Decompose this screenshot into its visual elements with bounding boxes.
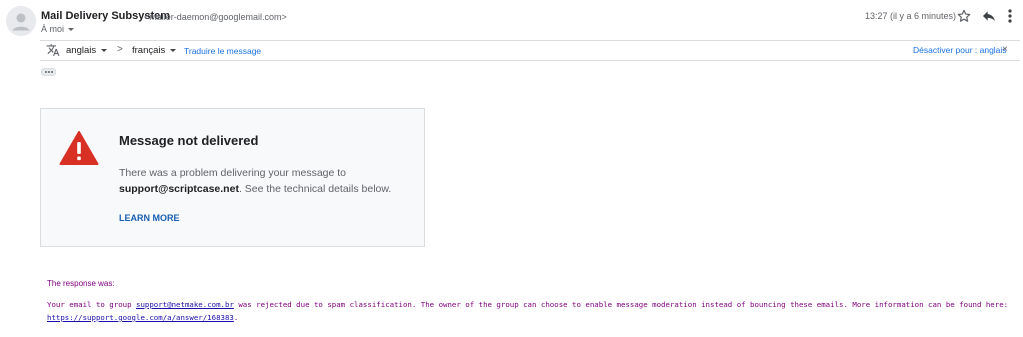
show-trimmed-content-button[interactable] [41, 68, 56, 76]
star-icon [957, 9, 971, 22]
close-icon[interactable]: × [1002, 44, 1008, 55]
card-body-intro: There was a problem delivering your mess… [119, 167, 347, 179]
recipient-address: support@scriptcase.net [119, 182, 239, 195]
recipient-toggle[interactable]: À moi [41, 24, 75, 34]
chevron-down-icon [170, 48, 177, 52]
more-vert-icon [1008, 9, 1012, 23]
dot [45, 71, 47, 73]
group-email-link[interactable]: support@netmake.com.br [136, 300, 234, 309]
chevron-right-icon: > [117, 44, 123, 55]
sender-email: <mailer-daemon@googlemail.com> [144, 12, 287, 22]
response-label: The response was: [47, 279, 115, 288]
message-timestamp: 13:27 (il y a 6 minutes) [865, 11, 957, 21]
source-language-select[interactable]: anglais [66, 45, 108, 56]
card-body: There was a problem delivering your mess… [119, 166, 409, 197]
chevron-down-icon [68, 28, 75, 32]
person-avatar-icon [6, 6, 36, 36]
response-text-part: . [233, 313, 239, 322]
chevron-down-icon [101, 48, 108, 52]
target-language-label: français [132, 45, 166, 56]
learn-more-link[interactable]: LEARN MORE [119, 213, 180, 223]
warning-triangle-icon [59, 131, 99, 165]
translate-message-link[interactable]: Traduire le message [184, 46, 261, 56]
sender-avatar[interactable] [6, 6, 36, 36]
reply-button[interactable] [981, 8, 997, 24]
translate-icon [46, 44, 60, 56]
dot [51, 71, 53, 73]
translate-bar: anglais > français Traduire le message D… [40, 40, 1020, 61]
target-language-select[interactable]: français [132, 45, 177, 56]
response-text-part: Your email to group [47, 300, 136, 309]
delivery-failure-card: Message not delivered There was a proble… [40, 108, 425, 247]
card-body-suffix: . See the technical details below. [238, 182, 392, 195]
card-title: Message not delivered [119, 133, 259, 148]
disable-translation-link[interactable]: Désactiver pour : anglais [913, 45, 1007, 55]
help-article-link[interactable]: https://support.google.com/a/answer/1683… [47, 313, 234, 322]
reply-icon [983, 11, 995, 22]
dot [48, 71, 50, 73]
recipient-label: À moi [41, 24, 65, 34]
more-options-button[interactable] [1005, 8, 1015, 24]
response-text: Your email to group support@netmake.com.… [47, 298, 1017, 324]
response-text-part: was rejected due to spam classification.… [233, 300, 1009, 309]
source-language-label: anglais [66, 45, 97, 56]
star-button[interactable] [956, 8, 972, 24]
